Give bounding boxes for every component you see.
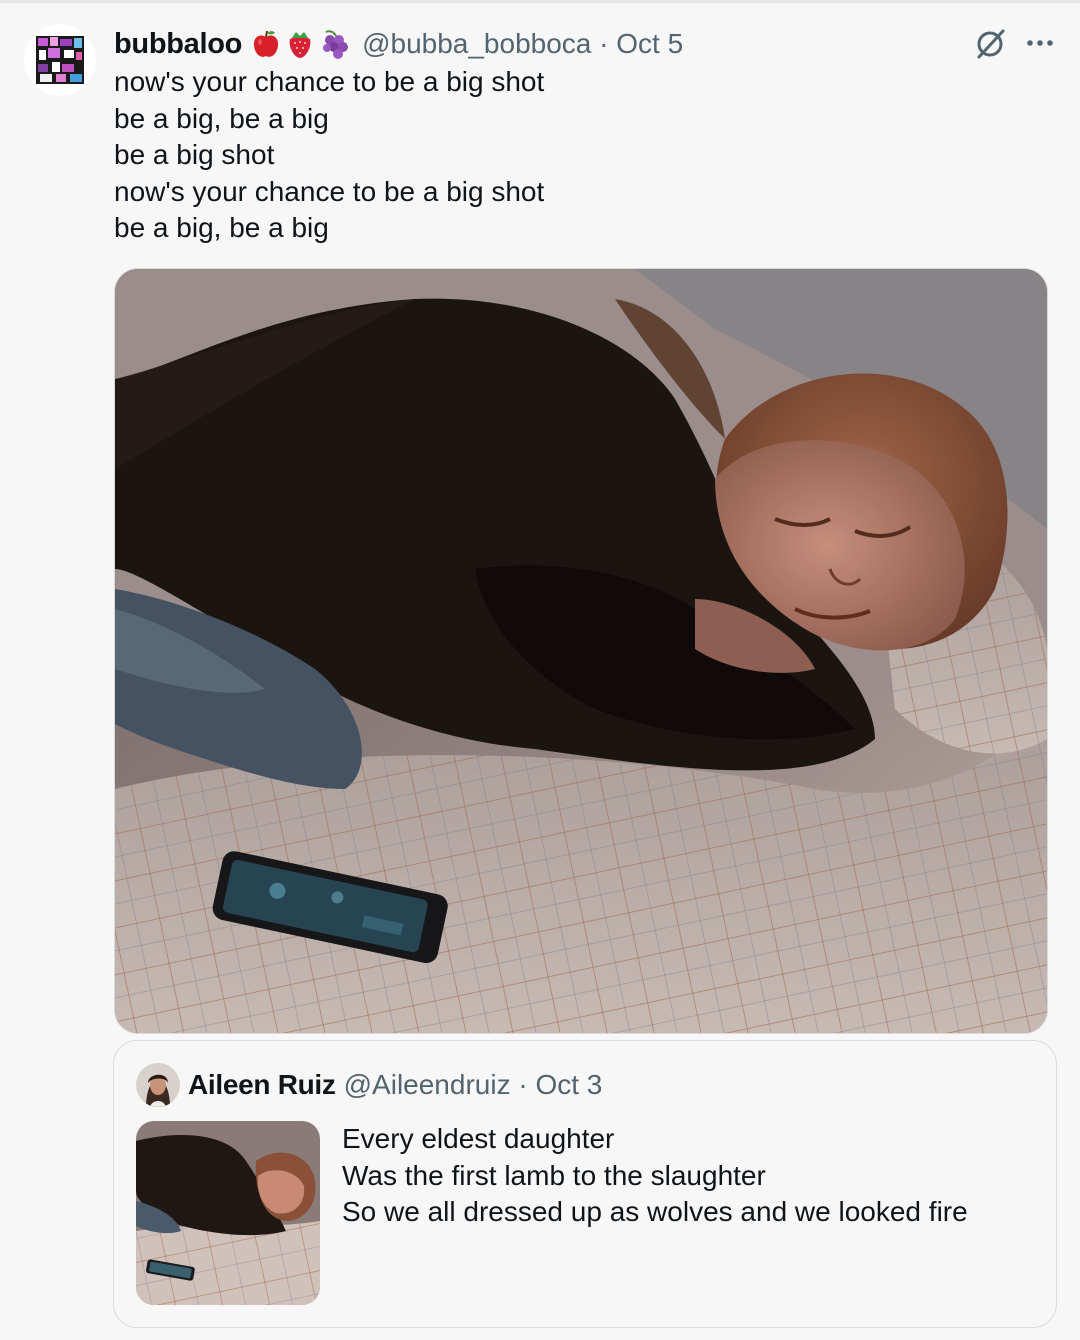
post-image[interactable] bbox=[114, 268, 1048, 1034]
quoted-author-avatar[interactable] bbox=[136, 1063, 180, 1107]
post-text-line: now's your chance to be a big shot bbox=[114, 66, 545, 97]
top-divider bbox=[0, 0, 1080, 3]
quoted-post[interactable]: Aileen Ruiz @Aileendruiz · Oct 3 Every e… bbox=[113, 1040, 1057, 1328]
quoted-post-text: Every eldest daughter Was the first lamb… bbox=[342, 1121, 968, 1231]
strawberry-icon bbox=[289, 32, 311, 58]
header-separator: · bbox=[599, 28, 609, 59]
post-text-line: be a big, be a big bbox=[114, 212, 329, 243]
author-display-name[interactable]: bubbaloo bbox=[114, 28, 242, 61]
quoted-header-separator: · bbox=[518, 1069, 528, 1100]
post-date[interactable]: Oct 5 bbox=[616, 28, 683, 59]
post-text-line: now's your chance to be a big shot bbox=[114, 175, 545, 207]
author-handle[interactable]: @bubba_bobboca bbox=[362, 28, 591, 59]
quoted-post-header: Aileen Ruiz @Aileendruiz · Oct 3 bbox=[188, 1065, 602, 1105]
post-text-line: be a big shot bbox=[114, 139, 275, 170]
grok-icon[interactable] bbox=[972, 26, 1008, 62]
more-options-icon[interactable] bbox=[1024, 28, 1056, 58]
author-avatar[interactable] bbox=[24, 24, 96, 96]
red-apple-icon bbox=[253, 30, 279, 57]
post-text: now's your chance to be a big shot be a … bbox=[114, 64, 1014, 247]
quoted-text-line: Was the first lamb to the slaughter bbox=[342, 1159, 766, 1191]
quoted-text-line: So we all dressed up as wolves and we lo… bbox=[342, 1196, 968, 1227]
name-emojis bbox=[250, 28, 352, 60]
quoted-post-date[interactable]: Oct 3 bbox=[535, 1069, 602, 1100]
post-header: bubbaloo @bubba_bobboca · Oct 5 bbox=[114, 24, 984, 64]
grapes-icon bbox=[323, 30, 349, 59]
quoted-author-display-name[interactable]: Aileen Ruiz bbox=[188, 1069, 336, 1101]
quoted-text-line: Every eldest daughter bbox=[342, 1123, 615, 1154]
post-text-line: be a big, be a big bbox=[114, 102, 329, 134]
quoted-post-thumbnail[interactable] bbox=[136, 1121, 320, 1305]
quoted-author-handle[interactable]: @Aileendruiz bbox=[344, 1069, 511, 1100]
